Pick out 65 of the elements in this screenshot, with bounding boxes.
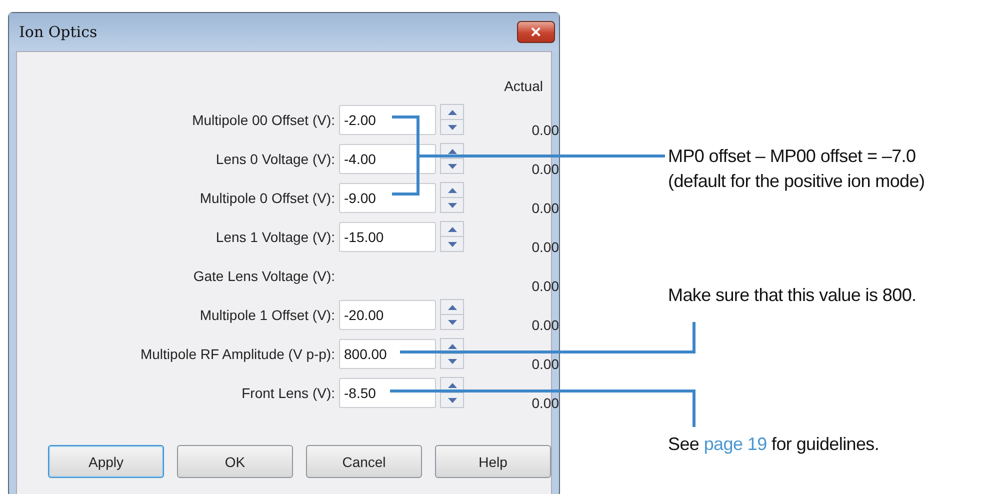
annotation-text: MP0 offset – MP00 offset = –7.0 (default for the positive ion mode) <box>668 145 925 193</box>
increment-button[interactable] <box>441 105 463 120</box>
up-arrow-icon <box>448 148 456 154</box>
decrement-button[interactable] <box>441 354 463 368</box>
spin-control[interactable] <box>440 182 464 213</box>
spin-control[interactable] <box>440 377 464 408</box>
value-field[interactable]: 800.00 <box>339 338 436 368</box>
actual-value: 0.00 <box>530 279 559 294</box>
column-header: Actual <box>504 78 543 96</box>
decrement-button[interactable] <box>441 393 463 407</box>
value-field[interactable]: -9.00 <box>339 182 436 212</box>
spin-control[interactable] <box>440 221 464 252</box>
dialog-button[interactable]: OK <box>177 445 293 478</box>
increment-button[interactable] <box>441 300 463 315</box>
down-arrow-icon <box>448 320 456 324</box>
increment-button[interactable] <box>441 183 463 198</box>
spin-control[interactable] <box>440 104 464 135</box>
actual-value: 0.00 <box>530 123 559 138</box>
up-arrow-icon <box>448 110 456 114</box>
value-field[interactable]: -15.00 <box>339 222 436 252</box>
actual-value: 0.00 <box>530 396 559 411</box>
up-arrow-icon <box>448 344 456 348</box>
field-label: Lens 1 Voltage (V): <box>214 228 335 244</box>
annotation-text: See page 19 for guidelines. <box>668 433 880 456</box>
value-field[interactable]: -4.00 <box>339 144 436 174</box>
field-label: Multipole RF Amplitude (V p-p): <box>139 346 335 362</box>
value-field[interactable]: -20.00 <box>339 300 436 330</box>
down-arrow-icon <box>448 242 456 246</box>
spin-control[interactable] <box>440 143 464 174</box>
actual-value: 0.00 <box>530 201 559 216</box>
dialog-button[interactable]: Apply <box>48 445 164 478</box>
down-arrow-icon <box>448 202 456 208</box>
down-arrow-icon <box>448 398 456 402</box>
value-field[interactable]: -8.50 <box>339 378 436 408</box>
increment-button[interactable] <box>441 222 463 237</box>
spin-control[interactable] <box>440 338 464 369</box>
actual-value: 0.00 <box>530 357 559 372</box>
down-arrow-icon <box>448 164 456 168</box>
field-label: Lens 0 Voltage (V): <box>214 150 335 166</box>
spin-control[interactable] <box>440 299 464 330</box>
field-label: Multipole 00 Offset (V): <box>191 112 335 128</box>
up-arrow-icon <box>448 188 456 192</box>
dialog-button[interactable]: Help <box>435 445 551 478</box>
annotation-text: Make sure that this value is 800. <box>668 284 916 307</box>
decrement-button[interactable] <box>441 120 463 134</box>
field-label: Front Lens (V): <box>240 384 335 400</box>
actual-value: 0.00 <box>530 318 559 333</box>
dialog-button[interactable]: Cancel <box>306 445 422 478</box>
decrement-button[interactable] <box>441 315 463 329</box>
close-button[interactable]: ✕ <box>517 21 555 43</box>
decrement-button[interactable] <box>441 198 463 212</box>
window-title: Ion Optics <box>19 23 98 41</box>
field-label: Gate Lens Voltage (V): <box>192 268 335 284</box>
up-arrow-icon <box>448 382 456 388</box>
decrement-button[interactable] <box>441 237 463 251</box>
down-arrow-icon <box>448 124 456 130</box>
down-arrow-icon <box>448 358 456 364</box>
value-field[interactable]: -2.00 <box>339 104 436 134</box>
field-label: Multipole 1 Offset (V): <box>198 306 335 322</box>
field-label: Multipole 0 Offset (V): <box>198 190 335 206</box>
up-arrow-icon <box>448 226 456 232</box>
actual-value: 0.00 <box>530 162 559 177</box>
actual-value: 0.00 <box>530 240 559 255</box>
up-arrow-icon <box>448 304 456 310</box>
decrement-button[interactable] <box>441 159 463 173</box>
